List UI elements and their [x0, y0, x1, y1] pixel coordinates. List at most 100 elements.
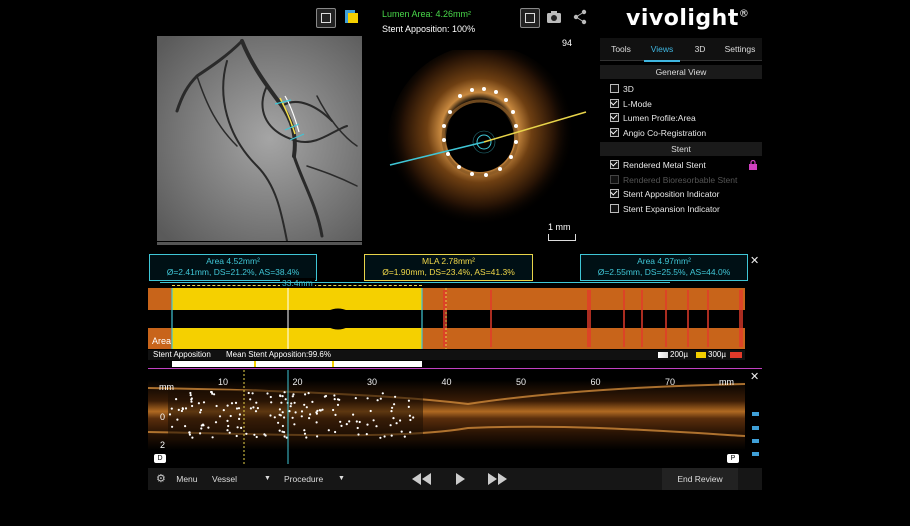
close-icon[interactable]: ✕	[750, 370, 759, 383]
lmode-x-tick: 60	[590, 377, 601, 387]
procedure-dropdown[interactable]: Procedure ▼	[284, 468, 356, 490]
tab-views[interactable]: Views	[644, 38, 680, 62]
stent-strut-dot	[338, 398, 341, 401]
stent-strut-dot	[168, 413, 172, 416]
general_view-checkbox-0[interactable]: 3D	[610, 83, 634, 95]
measurement-mla[interactable]: MLA 2.78mm² Ø=1.90mm, DS=23.4%, AS=41.3%	[364, 254, 533, 281]
stent-strut-dot	[303, 403, 306, 406]
camera-icon[interactable]	[545, 8, 563, 26]
stent-strut-dot	[284, 398, 287, 401]
checkbox-box[interactable]	[610, 127, 619, 137]
lumen-profile[interactable]: Area	[148, 288, 745, 349]
pullback-range-bar[interactable]	[148, 368, 762, 369]
stent-strut-dot	[393, 403, 396, 406]
stent-strut-dot	[240, 426, 243, 429]
stent-strut-dot	[323, 395, 326, 398]
stent-strut-dot	[409, 431, 412, 434]
lmode-x-tick: 20	[292, 377, 303, 387]
angio-panel[interactable]	[157, 36, 362, 241]
stent-strut-dot	[263, 433, 266, 436]
stent-header: Stent	[600, 142, 762, 156]
stent-strut-dot	[375, 425, 378, 428]
menu-button[interactable]: ⚙ Menu	[156, 468, 208, 490]
fast-forward-button[interactable]	[486, 468, 510, 490]
play-button[interactable]	[452, 468, 468, 490]
vivolight-logo: vivolight®	[626, 6, 750, 31]
stent-strut-dot	[171, 425, 174, 428]
stent-strut-dot	[254, 410, 258, 413]
angio-scrollbar[interactable]	[157, 242, 362, 245]
stent-strut-dot	[266, 392, 269, 395]
stent-strut-dot	[273, 416, 276, 419]
lmode-x-tick: 10	[218, 377, 229, 387]
stent-strut-dot	[394, 395, 397, 398]
stent-strut-dot	[307, 392, 310, 395]
chevron-down-icon: ▼	[264, 475, 271, 482]
stent-strut-dot	[238, 413, 241, 416]
stent-strut-dot	[291, 416, 294, 419]
stent-checkbox-2[interactable]: Stent Apposition Indicator	[610, 188, 719, 200]
stent-strut-dot	[292, 393, 295, 396]
lumen-area-readout: Lumen Area: 4.26mm²	[382, 9, 472, 19]
fullscreen-icon[interactable]	[316, 8, 336, 28]
stent-strut-dot	[191, 404, 194, 408]
checkbox-box[interactable]	[610, 98, 619, 108]
stent-checkbox-3[interactable]: Stent Expansion Indicator	[610, 203, 720, 215]
general_view-checkbox-1[interactable]: L-Mode	[610, 98, 652, 110]
tab-settings[interactable]: Settings	[720, 38, 760, 60]
checkbox-box[interactable]	[610, 174, 619, 184]
share-icon[interactable]	[571, 8, 589, 26]
checkbox-box[interactable]	[610, 189, 619, 199]
close-icon[interactable]: ✕	[750, 254, 759, 267]
stent-strut-dot	[283, 435, 286, 438]
gear-icon: ⚙	[156, 473, 166, 485]
tab-3d[interactable]: 3D	[686, 38, 714, 60]
stent-strut-dot	[256, 407, 259, 410]
stent-strut-dot	[236, 426, 239, 429]
general_view-checkbox-3[interactable]: Angio Co-Registration	[610, 127, 706, 139]
checkbox-label: Lumen Profile:Area	[623, 113, 696, 123]
stent-strut-dot	[305, 436, 308, 439]
stent-strut-dot	[249, 407, 252, 410]
stent-strut-dot	[293, 423, 296, 426]
checkbox-label: Angio Co-Registration	[623, 127, 707, 138]
stent-strut-dot	[226, 419, 229, 422]
layers-icon[interactable]	[342, 8, 360, 26]
stent-strut-dot	[184, 407, 188, 410]
checkbox-box[interactable]	[610, 160, 619, 170]
pin-icons[interactable]	[751, 410, 761, 458]
stent-strut-dot	[407, 399, 410, 402]
distal-marker[interactable]: D	[154, 454, 166, 463]
checkbox-box[interactable]	[610, 203, 619, 213]
measurement-right-area: Area 4.97mm²	[637, 256, 691, 266]
scale-bar	[548, 234, 576, 241]
stent-strut-dot	[333, 398, 336, 401]
checkbox-box[interactable]	[610, 113, 619, 123]
stent-strut-dot	[191, 436, 194, 439]
stent-strut-dot	[369, 409, 372, 413]
end-review-button[interactable]: End Review	[662, 468, 738, 490]
proximal-marker[interactable]: P	[727, 454, 739, 463]
stent-strut-dot	[390, 410, 393, 413]
stent-strut-dot	[389, 424, 392, 427]
legend-300-swatch	[696, 352, 706, 358]
vessel-dropdown[interactable]: Vessel ▼	[212, 468, 276, 490]
stent-strut-dot	[278, 413, 281, 416]
stent-strut-dot	[315, 421, 318, 424]
measurement-left[interactable]: Area 4.52mm² Ø=2.41mm, DS=21.2%, AS=38.4…	[149, 254, 317, 281]
tab-tools[interactable]: Tools	[604, 38, 638, 60]
stent-strut-dot	[199, 432, 202, 435]
stent-strut-dot	[283, 416, 286, 419]
stent-strut-dot	[311, 400, 314, 403]
lmode-y-tick-2: 2	[160, 440, 166, 450]
checkbox-box[interactable]	[610, 84, 619, 94]
stent-strut-dot	[238, 417, 241, 420]
stent-checkbox-0[interactable]: Rendered Metal Stent	[610, 159, 706, 171]
measurement-right[interactable]: Area 4.97mm² Ø=2.55mm, DS=25.5%, AS=44.0…	[580, 254, 748, 281]
rewind-button[interactable]	[410, 468, 434, 490]
stent-strut-dot	[285, 436, 288, 439]
oct-cross-section[interactable]	[380, 45, 595, 245]
stent-strut-dot	[177, 408, 180, 411]
fullscreen-icon[interactable]	[520, 8, 540, 28]
general_view-checkbox-2[interactable]: Lumen Profile:Area	[610, 112, 696, 124]
